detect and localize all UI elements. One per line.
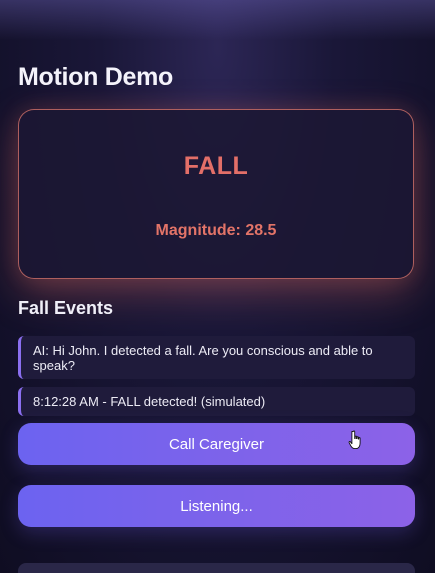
listening-button[interactable]: Listening...: [18, 485, 415, 527]
top-glow: [0, 0, 435, 40]
status-card: FALL Magnitude: 28.5: [18, 109, 414, 279]
page-title: Motion Demo: [18, 63, 174, 91]
magnitude-readout: Magnitude: 28.5: [155, 222, 277, 239]
hand-pointer-icon: [348, 430, 361, 450]
event-item: 8:12:28 AM - FALL detected! (simulated): [18, 387, 415, 416]
status-label: FALL: [183, 152, 249, 180]
bottom-bar: [18, 563, 415, 573]
fall-events-title: Fall Events: [18, 298, 114, 318]
event-item: AI: Hi John. I detected a fall. Are you …: [18, 336, 415, 379]
